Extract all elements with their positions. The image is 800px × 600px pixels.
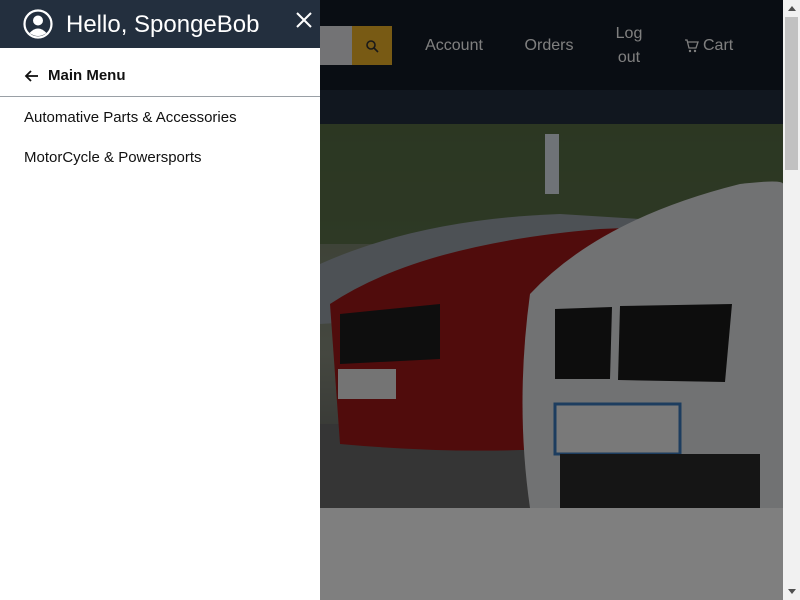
close-icon[interactable] [294,10,314,30]
scroll-thumb[interactable] [785,17,798,170]
main-menu-back-link[interactable]: Main Menu [0,48,320,97]
menu-item-automative-parts[interactable]: Automative Parts & Accessories [24,108,237,128]
page-scrollbar[interactable] [783,0,800,600]
side-menu: Hello, SpongeBob Main Menu Automative Pa… [0,0,320,600]
menu-item-motorcycle-powersports[interactable]: MotorCycle & Powersports [24,148,202,168]
greeting-text: Hello, SpongeBob [66,11,260,38]
main-menu-label: Main Menu [48,67,126,84]
scroll-up-arrow[interactable] [783,0,800,17]
side-menu-header: Hello, SpongeBob [0,0,320,48]
scroll-down-arrow[interactable] [783,583,800,600]
user-circle-icon [23,9,53,39]
arrow-left-icon [24,70,38,82]
